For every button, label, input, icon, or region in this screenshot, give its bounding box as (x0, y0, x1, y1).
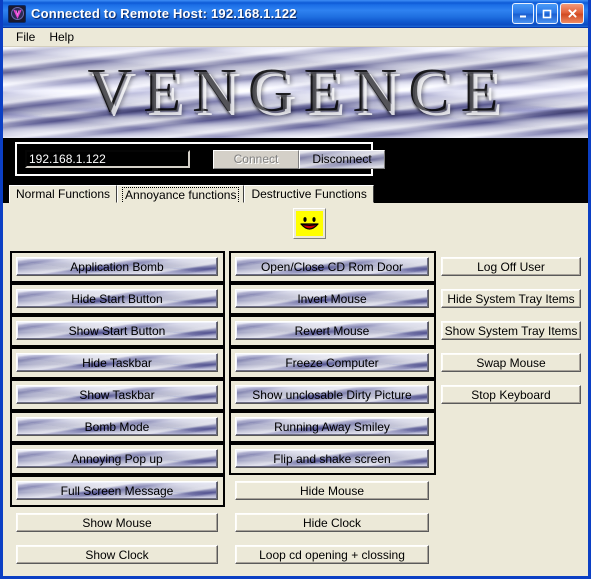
button-invert-mouse[interactable]: Invert Mouse (235, 289, 429, 308)
button-hide-clock[interactable]: Hide Clock (235, 513, 429, 532)
minimize-button[interactable] (512, 3, 534, 24)
button-show-mouse[interactable]: Show Mouse (16, 513, 218, 532)
banner-title: VENGENCE (89, 58, 512, 127)
tab-strip: Normal Functions Annoyance functions Des… (3, 183, 588, 204)
button-log-off-user[interactable]: Log Off User (441, 257, 581, 276)
button-stop-keyboard[interactable]: Stop Keyboard (441, 385, 581, 404)
button-show-start-button[interactable]: Show Start Button (16, 321, 218, 340)
menu-item-file[interactable]: File (9, 29, 42, 46)
button-show-taskbar[interactable]: Show Taskbar (16, 385, 218, 404)
window-title: Connected to Remote Host: 192.168.1.122 (31, 6, 297, 21)
button-hide-taskbar[interactable]: Hide Taskbar (16, 353, 218, 372)
maximize-button[interactable] (536, 3, 558, 24)
tab-annoyance-functions[interactable]: Annoyance functions (117, 185, 245, 204)
tab-annoyance-functions-label: Annoyance functions (122, 187, 240, 204)
menu-bar: File Help (3, 28, 588, 47)
disconnect-button[interactable]: Disconnect (299, 150, 385, 169)
vengence-app-icon (8, 4, 26, 23)
button-annoying-pop-up[interactable]: Annoying Pop up (16, 449, 218, 468)
ip-address-input[interactable] (25, 150, 190, 168)
button-flip-and-shake-screen[interactable]: Flip and shake screen (235, 449, 429, 468)
button-revert-mouse[interactable]: Revert Mouse (235, 321, 429, 340)
title-bar: Connected to Remote Host: 192.168.1.122 (3, 0, 588, 28)
connection-frame: Connect Disconnect (15, 142, 385, 176)
button-swap-mouse[interactable]: Swap Mouse (441, 353, 581, 372)
window-controls (512, 3, 588, 24)
button-application-bomb[interactable]: Application Bomb (16, 257, 218, 276)
button-hide-start-button[interactable]: Hide Start Button (16, 289, 218, 308)
button-show-unclosable-dirty-picture[interactable]: Show unclosable Dirty Picture (235, 385, 429, 404)
button-show-system-tray-items[interactable]: Show System Tray Items (441, 321, 581, 340)
tab-destructive-functions-label: Destructive Functions (251, 187, 367, 201)
button-bomb-mode[interactable]: Bomb Mode (16, 417, 218, 436)
tab-destructive-functions[interactable]: Destructive Functions (244, 185, 374, 203)
application-window: Connected to Remote Host: 192.168.1.122 … (0, 0, 591, 579)
smiley-face-icon (293, 208, 326, 239)
connection-bar: Connect Disconnect (3, 138, 588, 183)
button-freeze-computer[interactable]: Freeze Computer (235, 353, 429, 372)
button-running-away-smiley[interactable]: Running Away Smiley (235, 417, 429, 436)
annoyance-functions-panel: Application Bomb Hide Start Button Show St… (3, 203, 588, 564)
button-loop-cd-opening-clossing[interactable]: Loop cd opening + clossing (235, 545, 429, 564)
close-button[interactable] (560, 3, 584, 24)
button-show-clock[interactable]: Show Clock (16, 545, 218, 564)
button-hide-system-tray-items[interactable]: Hide System Tray Items (441, 289, 581, 308)
menu-item-help[interactable]: Help (42, 29, 81, 46)
button-full-screen-message[interactable]: Full Screen Message (16, 481, 218, 500)
app-banner: VENGENCE (3, 47, 588, 138)
connect-button[interactable]: Connect (213, 150, 299, 169)
tab-normal-functions-label: Normal Functions (16, 187, 111, 201)
button-hide-mouse[interactable]: Hide Mouse (235, 481, 429, 500)
button-open-close-cd-rom-door[interactable]: Open/Close CD Rom Door (235, 257, 429, 276)
tab-normal-functions[interactable]: Normal Functions (9, 185, 118, 203)
